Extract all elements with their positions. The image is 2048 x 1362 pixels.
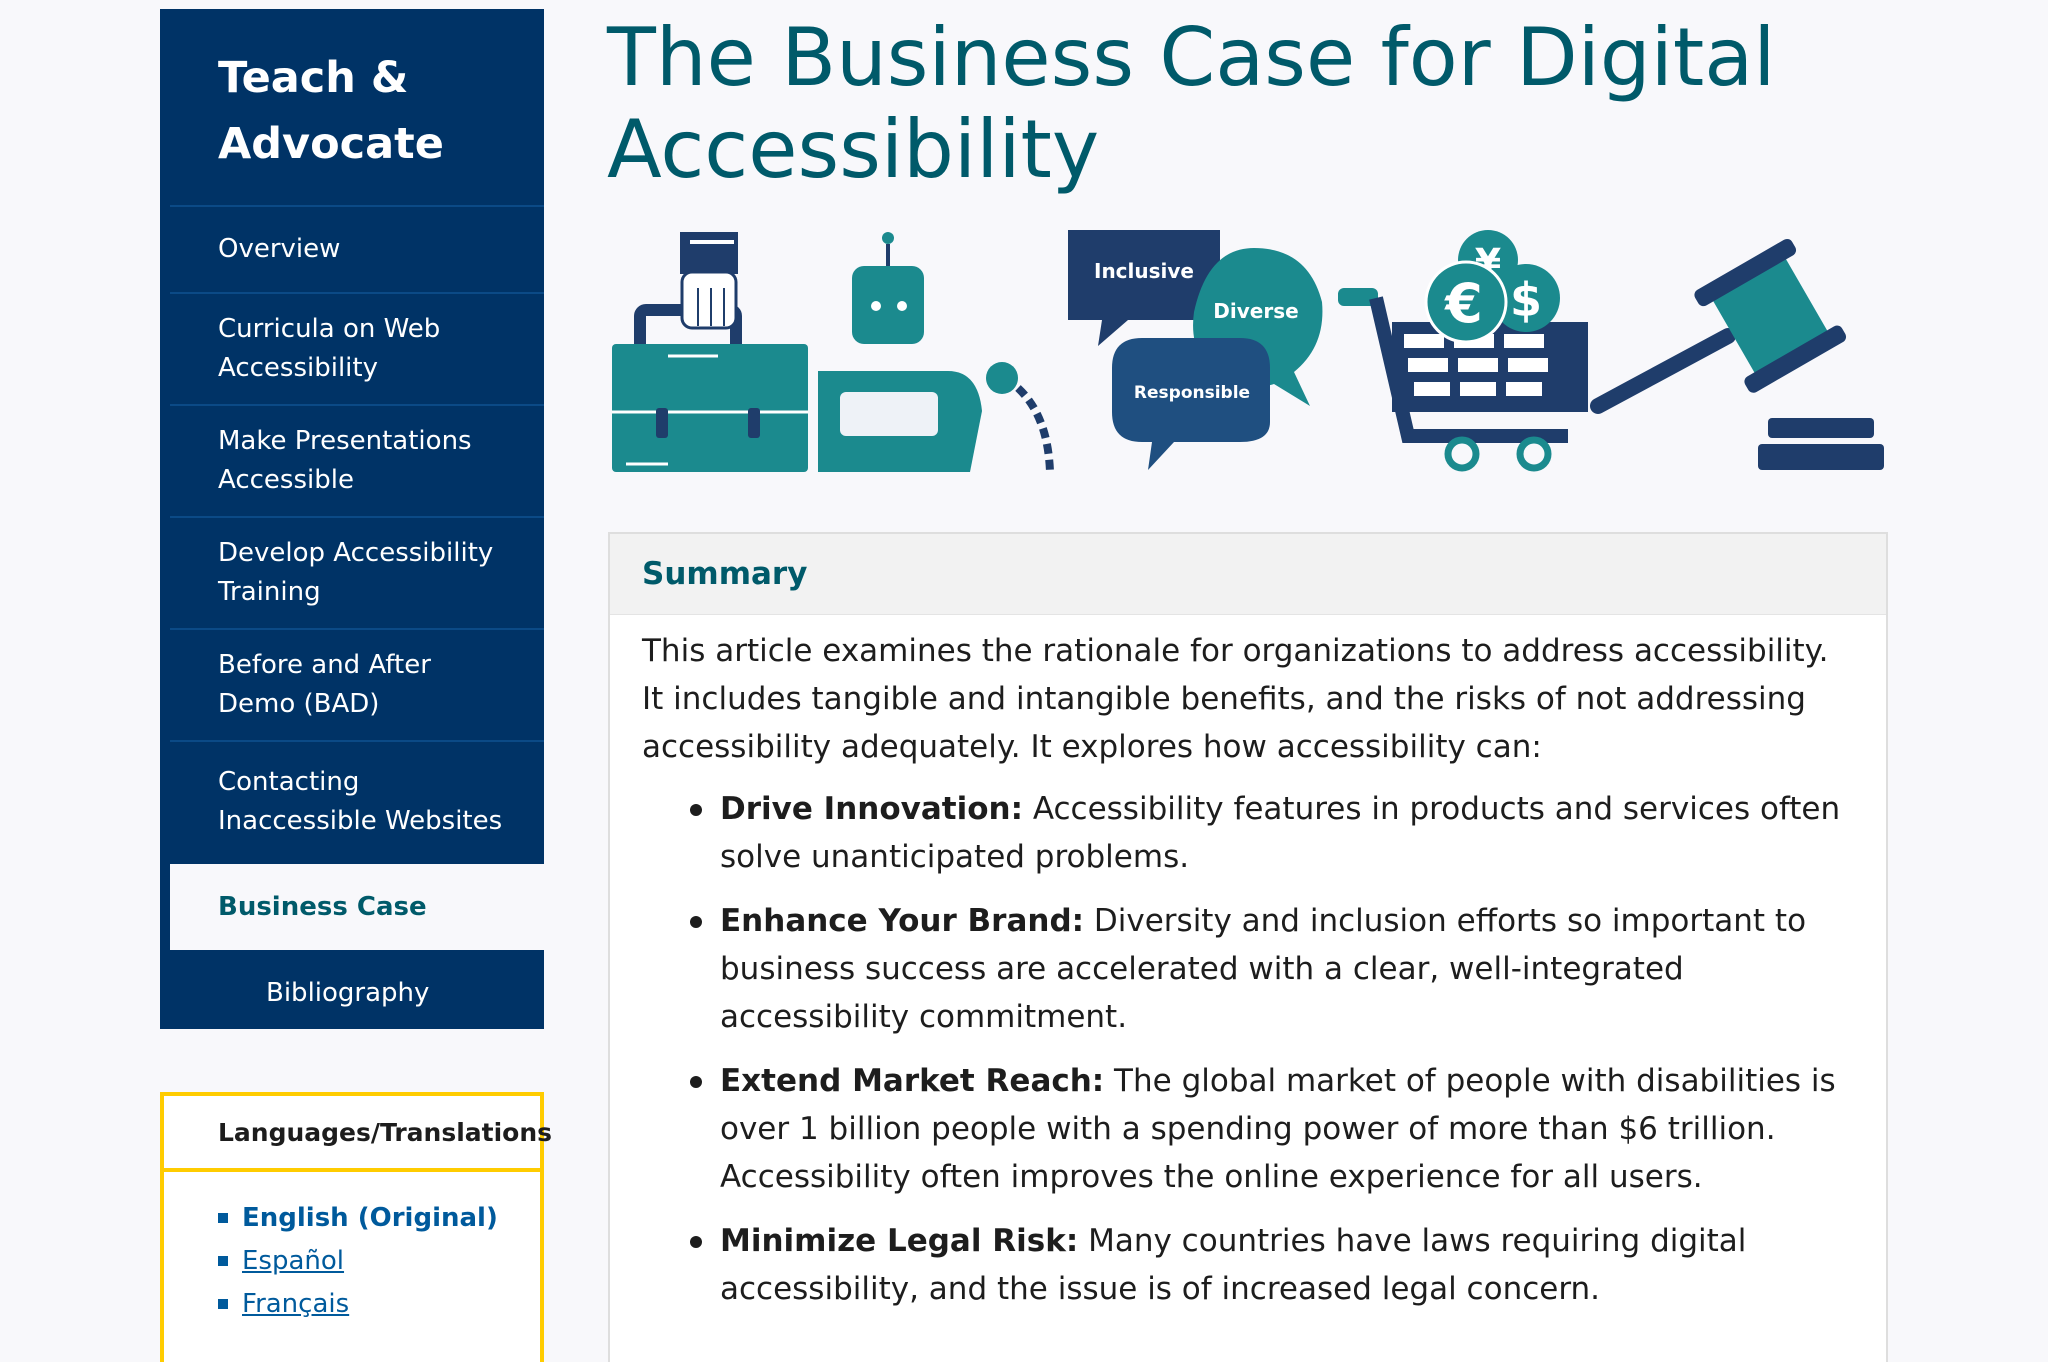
sidebar-item-label: Curricula on Web Accessibility — [218, 314, 441, 383]
sidebar-nav: Teach & Advocate Overview Curricula on W… — [160, 9, 544, 1029]
benefit-item: Minimize Legal Risk: Many countries have… — [690, 1217, 1856, 1313]
svg-text:$: $ — [1510, 273, 1542, 327]
benefits-list: Drive Innovation: Accessibility features… — [610, 785, 1886, 1313]
speech-bubbles-icon: Inclusive Diverse Responsible — [1068, 230, 1323, 470]
benefit-term: Enhance Your Brand: — [720, 903, 1085, 939]
summary-heading: Summary — [610, 534, 1886, 615]
sidebar-item-label: Contacting Inaccessible Websites — [218, 767, 503, 836]
sidebar-item-business-case[interactable]: Business Case — [170, 864, 544, 950]
sidebar-item-label: Overview — [218, 234, 341, 264]
sidebar-item-label: Before and After Demo (BAD) — [218, 650, 431, 719]
benefit-term: Drive Innovation: — [720, 791, 1023, 827]
language-link-francais[interactable]: Français — [242, 1289, 349, 1319]
sidebar-item-label: Business Case — [218, 891, 427, 922]
language-item: Español — [218, 1239, 498, 1282]
sidebar-item-presentations[interactable]: Make Presentations Accessible — [170, 404, 544, 516]
languages-list: English (Original) Español Français — [218, 1196, 498, 1325]
bubble-inclusive: Inclusive — [1094, 259, 1194, 283]
sidebar-item-bad-demo[interactable]: Before and After Demo (BAD) — [170, 628, 544, 740]
summary-box: Summary This article examines the ration… — [608, 532, 1888, 1362]
benefit-item: Enhance Your Brand: Diversity and inclus… — [690, 897, 1856, 1041]
benefit-term: Minimize Legal Risk: — [720, 1223, 1079, 1259]
summary-intro: This article examines the rationale for … — [642, 633, 1829, 765]
sidebar-item-contacting[interactable]: Contacting Inaccessible Websites — [170, 740, 544, 862]
bubble-diverse: Diverse — [1213, 299, 1298, 323]
benefit-item: Extend Market Reach: The global market o… — [690, 1057, 1856, 1201]
language-link-espanol[interactable]: Español — [242, 1246, 344, 1276]
square-bullet-icon — [218, 1298, 228, 1309]
svg-text:€: € — [1443, 272, 1483, 335]
languages-title: Languages/Translations — [164, 1096, 552, 1172]
sidebar-title: Teach & Advocate — [218, 53, 444, 169]
benefit-item: Drive Innovation: Accessibility features… — [690, 785, 1856, 881]
sidebar-item-overview[interactable]: Overview — [170, 205, 544, 292]
language-link-english[interactable]: English (Original) — [242, 1203, 498, 1233]
language-item: Français — [218, 1282, 498, 1325]
briefcase-icon — [612, 232, 808, 472]
languages-box: Languages/Translations English (Original… — [160, 1092, 552, 1362]
square-bullet-icon — [218, 1212, 228, 1223]
benefit-term: Extend Market Reach: — [720, 1063, 1105, 1099]
sidebar-item-label: Bibliography — [266, 977, 430, 1008]
gavel-icon — [1590, 238, 1884, 470]
currency-coins-icon: ¥ $ € — [1424, 230, 1560, 344]
sidebar-item-label: Make Presentations Accessible — [218, 426, 472, 495]
sidebar-item-bibliography[interactable]: Bibliography — [170, 950, 544, 1036]
sidebar-item-training[interactable]: Develop Accessibility Training — [170, 516, 544, 628]
square-bullet-icon — [218, 1255, 228, 1266]
page-title: The Business Case for Digital Accessibil… — [607, 11, 1776, 196]
robot-icon — [818, 232, 1054, 473]
language-item: English (Original) — [218, 1196, 498, 1239]
sidebar-item-curricula[interactable]: Curricula on Web Accessibility — [170, 292, 544, 404]
bubble-responsible: Responsible — [1134, 383, 1250, 403]
hero-illustration: Inclusive Diverse Responsible ¥ $ € — [612, 230, 1884, 473]
sidebar-item-label: Develop Accessibility Training — [218, 538, 494, 607]
